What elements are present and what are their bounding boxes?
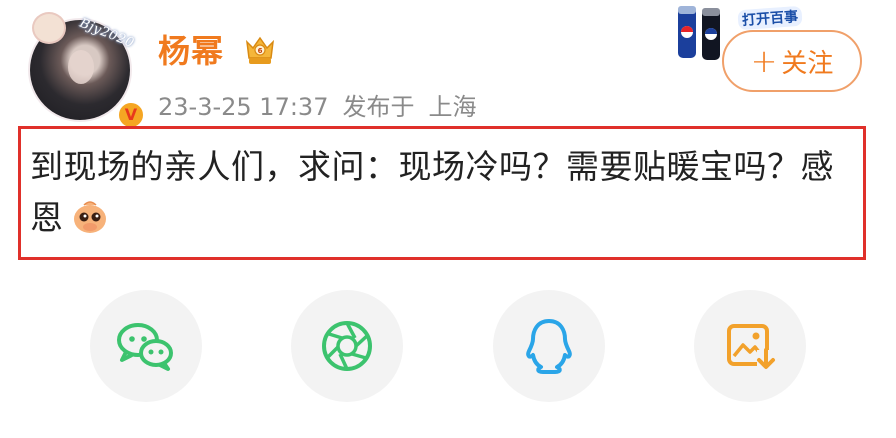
published-label: 发布于 xyxy=(342,93,415,121)
follow-button[interactable]: + 关注 xyxy=(722,30,862,92)
avatar-sticker-icon xyxy=(32,12,66,44)
post-text: 到现场的亲人们，求问：现场冷吗？需要贴暖宝吗？感恩 xyxy=(30,147,834,237)
avatar[interactable]: Bjy2020 V xyxy=(22,12,146,130)
post-content[interactable]: 到现场的亲人们，求问：现场冷吗？需要贴暖宝吗？感恩 xyxy=(30,141,860,243)
svg-text:6: 6 xyxy=(258,47,263,55)
username[interactable]: 杨幂 xyxy=(158,26,224,72)
moments-icon xyxy=(322,321,372,371)
post-timestamp: 23-3-25 17:37 xyxy=(158,93,329,121)
post-meta: 23-3-25 17:37 发布于 上海 xyxy=(158,87,490,122)
save-image-icon xyxy=(727,324,775,372)
wechat-icon xyxy=(117,323,173,371)
post-location[interactable]: 上海 xyxy=(428,93,476,121)
share-moments-button[interactable] xyxy=(291,290,403,402)
follow-label: 关注 xyxy=(781,48,834,79)
plus-icon: + xyxy=(750,42,778,80)
share-wechat-button[interactable] xyxy=(90,290,202,402)
qq-icon xyxy=(526,319,572,374)
vip-crown-icon[interactable]: 6 xyxy=(243,32,277,68)
weibo-post-card: Bjy2020 V 杨幂 6 23-3-25 17:37 发布于 上海 打开百事 +… xyxy=(0,0,896,438)
save-image-button[interactable] xyxy=(694,290,806,402)
share-qq-button[interactable] xyxy=(493,290,605,402)
grateful-emoji-icon xyxy=(73,201,106,233)
